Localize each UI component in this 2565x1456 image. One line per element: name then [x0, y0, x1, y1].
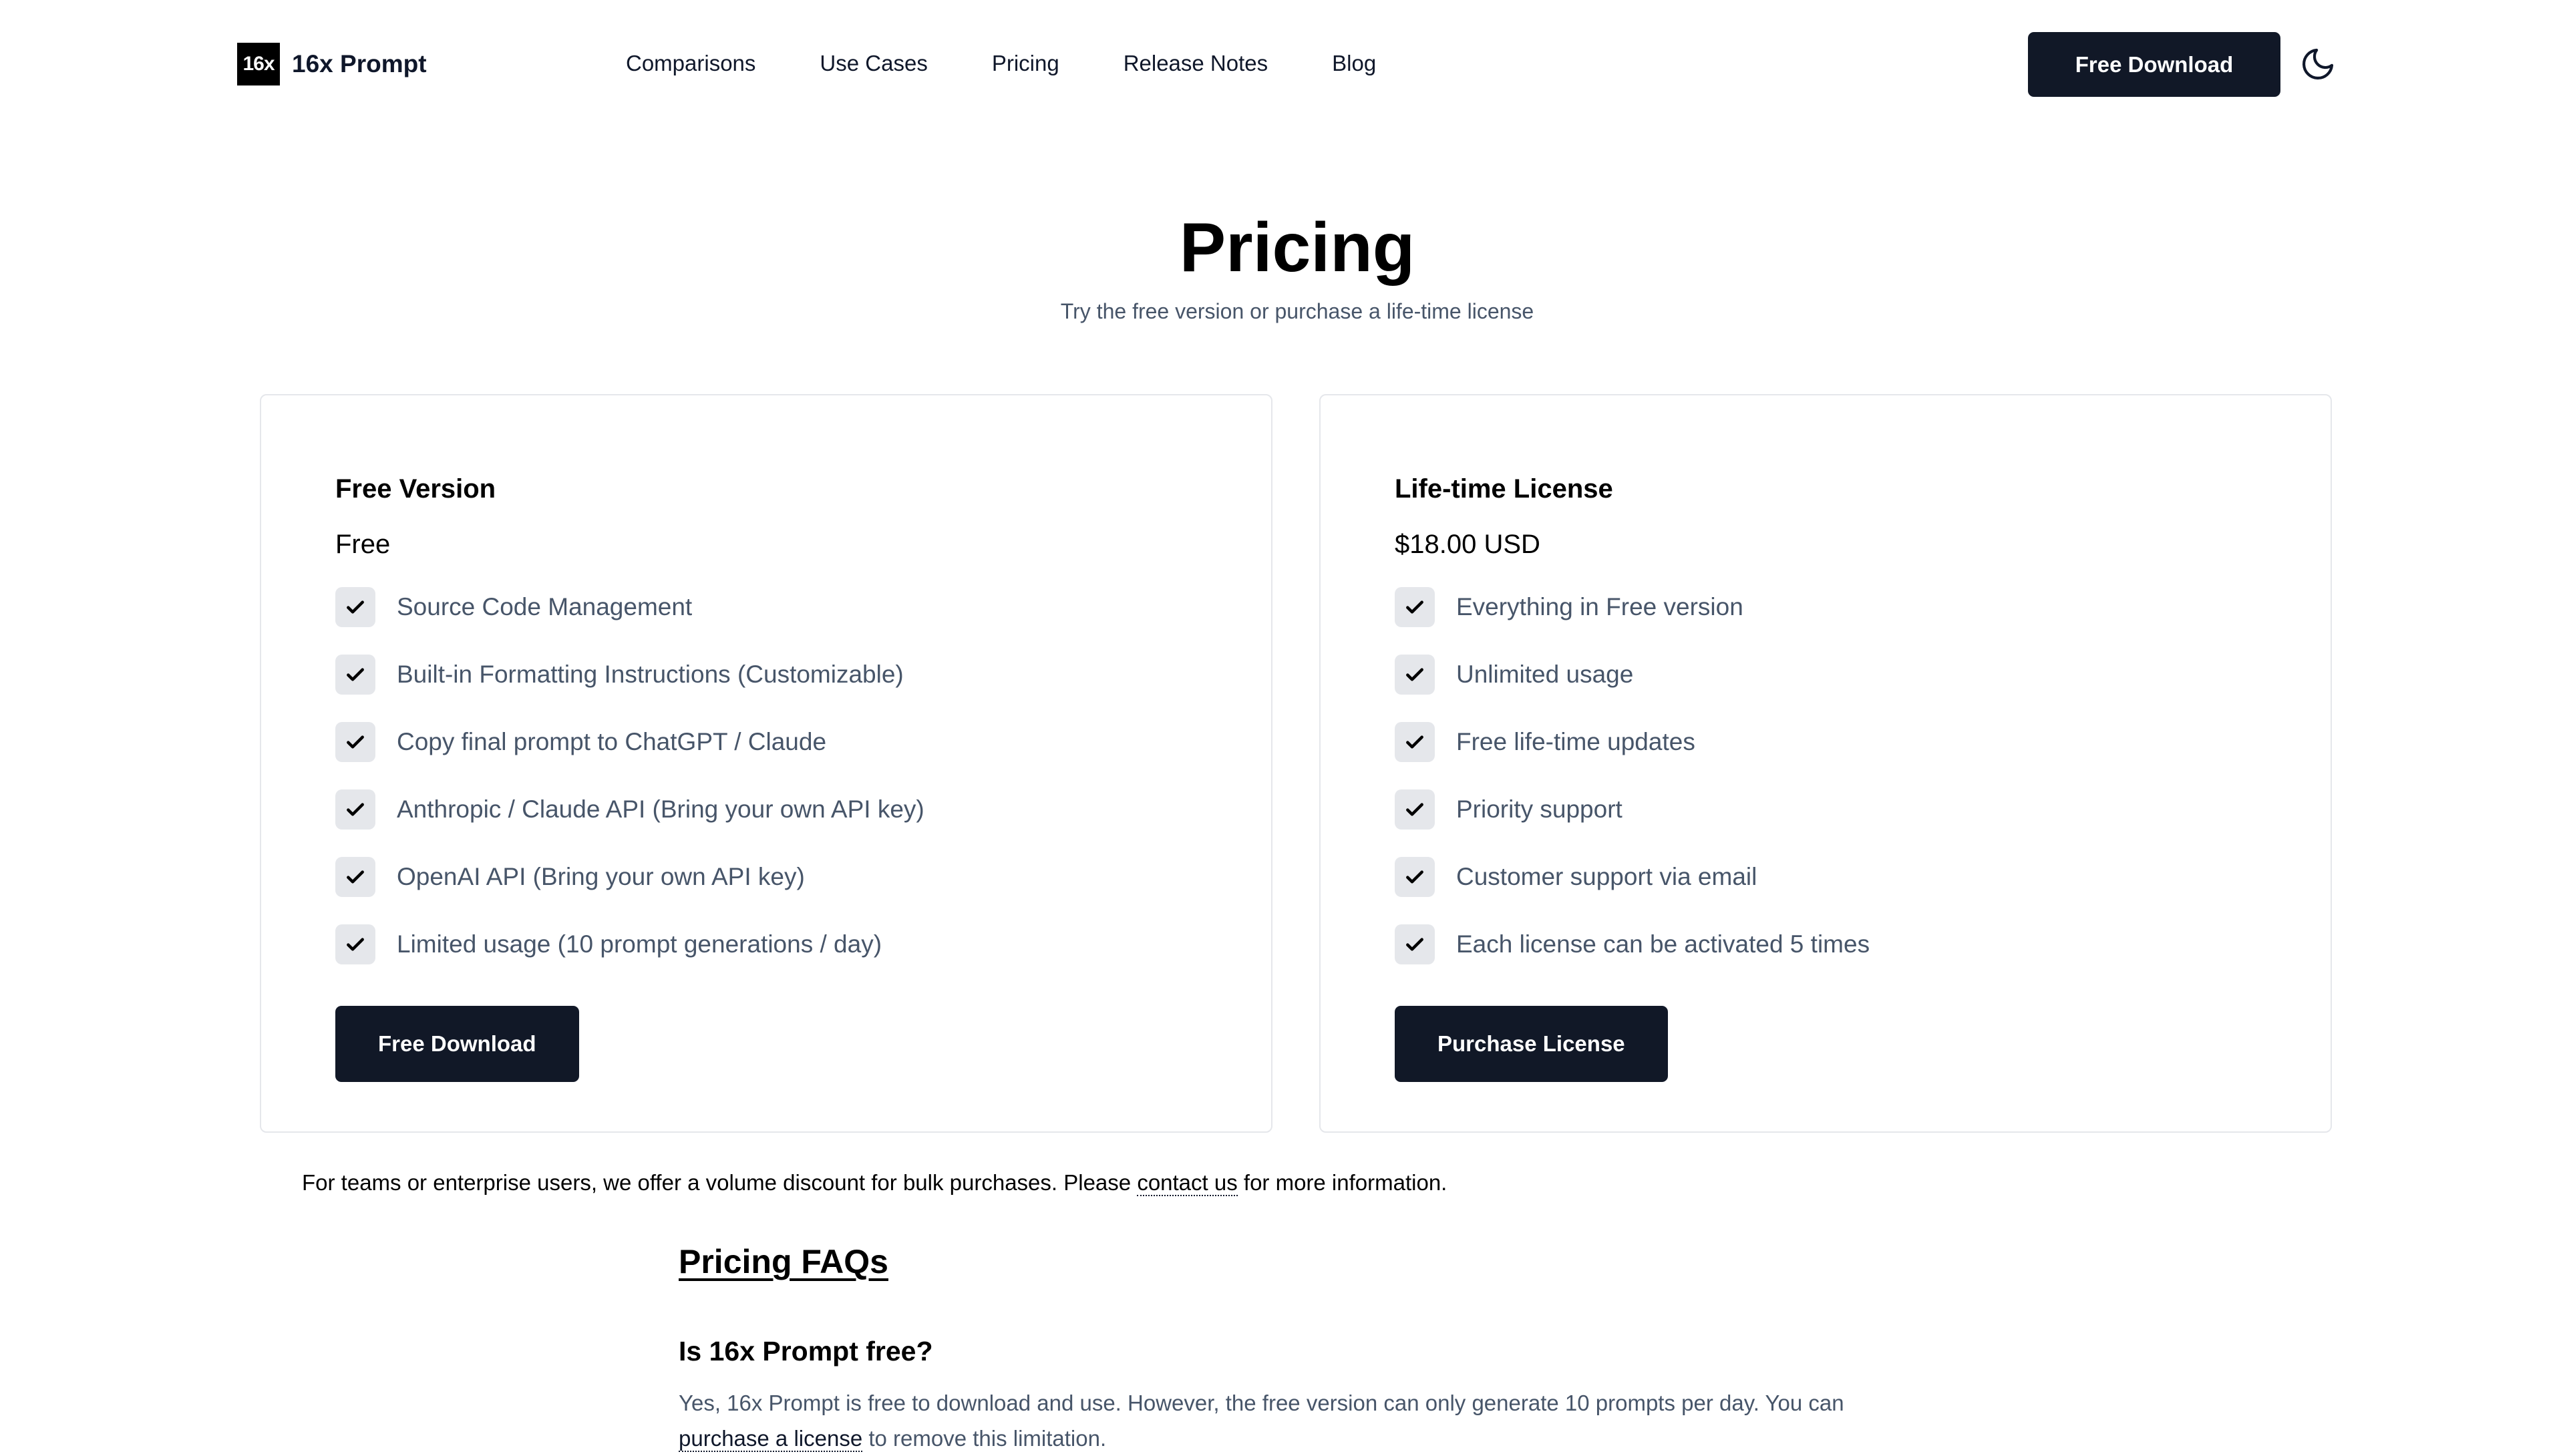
- check-icon: [335, 924, 375, 964]
- plan-price: $18.00 USD: [1395, 530, 1540, 559]
- check-icon: [335, 721, 375, 762]
- faq-answer-text: Yes, 16x Prompt is free to download and …: [679, 1391, 1844, 1415]
- feature-text: Each license can be activated 5 times: [1456, 930, 1870, 958]
- logo-text: 16x Prompt: [292, 50, 427, 77]
- check-icon: [1395, 924, 1435, 964]
- feature-item: Limited usage (10 prompt generations / d…: [335, 910, 1231, 978]
- check-icon: [335, 789, 375, 830]
- faq-heading[interactable]: Pricing FAQs: [679, 1242, 888, 1281]
- plan-title: Life-time License: [1395, 474, 1613, 504]
- faq-answer: Yes, 16x Prompt is free to download and …: [679, 1385, 1861, 1456]
- faq-question: Is 16x Prompt free?: [679, 1336, 933, 1367]
- feature-text: Copy final prompt to ChatGPT / Claude: [397, 727, 827, 755]
- page-subtitle: Try the free version or purchase a life-…: [1060, 299, 1534, 323]
- check-icon: [1395, 789, 1435, 830]
- feature-item: Free life-time updates: [1395, 708, 2290, 775]
- nav-release-notes[interactable]: Release Notes: [1124, 51, 1268, 76]
- logo-mark: 16x: [237, 43, 280, 85]
- check-icon: [1395, 654, 1435, 695]
- free-download-button[interactable]: Free Download: [335, 1006, 579, 1082]
- nav-use-cases[interactable]: Use Cases: [820, 51, 927, 76]
- feature-text: Free life-time updates: [1456, 727, 1695, 755]
- feature-item: OpenAI API (Bring your own API key): [335, 843, 1231, 910]
- feature-text: Limited usage (10 prompt generations / d…: [397, 930, 882, 958]
- check-icon: [1395, 586, 1435, 627]
- feature-text: Unlimited usage: [1456, 660, 1634, 688]
- feature-text: OpenAI API (Bring your own API key): [397, 862, 805, 890]
- feature-item: Each license can be activated 5 times: [1395, 910, 2290, 978]
- feature-item: Built-in Formatting Instructions (Custom…: [335, 641, 1231, 708]
- header-download-button[interactable]: Free Download: [2028, 32, 2280, 97]
- faq-answer-text-end: to remove this limitation.: [862, 1426, 1107, 1451]
- feature-text: Source Code Management: [397, 592, 693, 620]
- feature-text: Anthropic / Claude API (Bring your own A…: [397, 795, 924, 823]
- feature-item: Unlimited usage: [1395, 641, 2290, 708]
- feature-item: Customer support via email: [1395, 843, 2290, 910]
- feature-item: Copy final prompt to ChatGPT / Claude: [335, 708, 1231, 775]
- check-icon: [335, 856, 375, 897]
- note-text: For teams or enterprise users, we offer …: [302, 1170, 1138, 1195]
- feature-item: Everything in Free version: [1395, 573, 2290, 641]
- nav-comparisons[interactable]: Comparisons: [626, 51, 755, 76]
- feature-text: Built-in Formatting Instructions (Custom…: [397, 660, 904, 688]
- purchase-license-link[interactable]: purchase a license: [679, 1426, 863, 1452]
- check-icon: [1395, 721, 1435, 762]
- plan-card-free: Free Version Free Source Code Management…: [260, 394, 1272, 1133]
- site-header: 16x 16x Prompt Comparisons Use Cases Pri…: [0, 0, 2565, 131]
- main-nav: Comparisons Use Cases Pricing Release No…: [626, 51, 1376, 76]
- check-icon: [335, 654, 375, 695]
- feature-text: Customer support via email: [1456, 862, 1757, 890]
- moon-icon[interactable]: [2299, 45, 2337, 83]
- check-icon: [335, 586, 375, 627]
- plan-card-license: Life-time License $18.00 USD Everything …: [1319, 394, 2332, 1133]
- feature-list: Source Code Management Built-in Formatti…: [335, 573, 1231, 978]
- nav-pricing[interactable]: Pricing: [992, 51, 1059, 76]
- check-icon: [1395, 856, 1435, 897]
- nav-blog[interactable]: Blog: [1332, 51, 1376, 76]
- feature-list: Everything in Free version Unlimited usa…: [1395, 573, 2290, 978]
- page-title: Pricing: [1179, 209, 1415, 287]
- note-text-end: for more information.: [1237, 1170, 1447, 1195]
- purchase-license-button[interactable]: Purchase License: [1395, 1006, 1668, 1082]
- feature-text: Everything in Free version: [1456, 592, 1743, 620]
- feature-text: Priority support: [1456, 795, 1622, 823]
- plan-title: Free Version: [335, 474, 496, 504]
- contact-us-link[interactable]: contact us: [1137, 1170, 1238, 1196]
- volume-discount-note: For teams or enterprise users, we offer …: [302, 1170, 1447, 1196]
- plan-price: Free: [335, 530, 391, 559]
- feature-item: Anthropic / Claude API (Bring your own A…: [335, 775, 1231, 843]
- feature-item: Source Code Management: [335, 573, 1231, 641]
- feature-item: Priority support: [1395, 775, 2290, 843]
- logo[interactable]: 16x 16x Prompt: [237, 43, 427, 85]
